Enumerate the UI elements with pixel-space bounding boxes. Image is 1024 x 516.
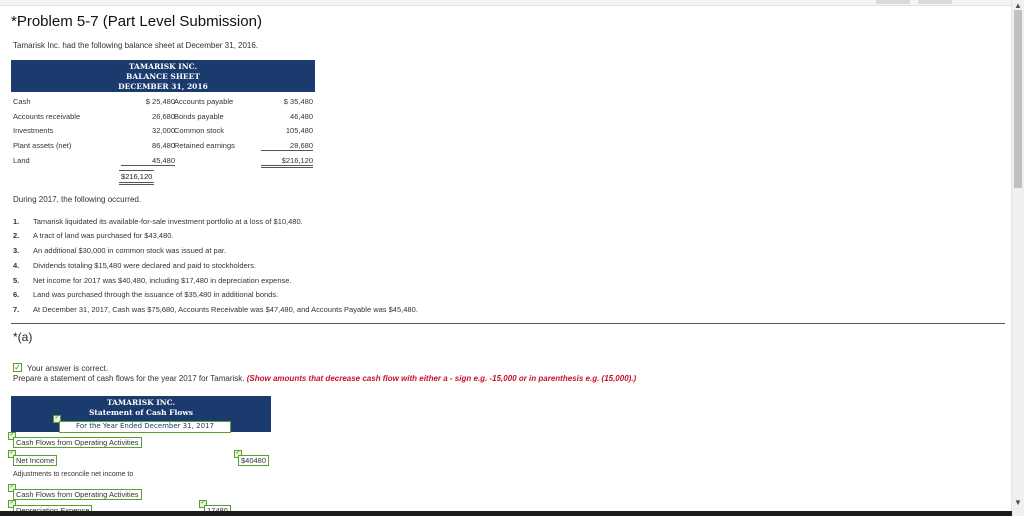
asset-label: Plant assets (net) <box>13 141 72 150</box>
liability-label: Retained earnings <box>174 141 235 150</box>
instruction-text: Prepare a statement of cash flows for th… <box>13 374 245 383</box>
liability-amount: $ 35,480 <box>283 97 313 106</box>
list-item: 5. Net income for 2017 was $40,480, inclu… <box>13 276 292 285</box>
item-number: 3. <box>13 246 20 255</box>
total-liabilities-equity: $216,120 <box>261 156 313 168</box>
list-item: 2. A tract of land was purchased for $43,… <box>13 231 174 240</box>
net-income-field[interactable]: Net Income <box>13 455 58 466</box>
asset-label: Investments <box>13 126 54 135</box>
scroll-down-icon[interactable]: ▼ <box>1013 498 1023 508</box>
cash-flow-period-field[interactable]: For the Year Ended December 31, 2017 <box>59 421 231 433</box>
cash-flow-statement-name: Statement of Cash Flows <box>88 408 194 417</box>
table-row: Investments 32,000 Common stock 105,480 <box>13 126 315 140</box>
part-a-instruction: Prepare a statement of cash flows for th… <box>13 374 636 383</box>
item-number: 4. <box>13 261 20 270</box>
balance-sheet-header: TAMARISK INC. BALANCE SHEET DECEMBER 31,… <box>11 60 315 92</box>
item-number: 1. <box>13 217 20 226</box>
cash-flow-company: TAMARISK INC. <box>106 398 176 407</box>
item-text: At December 31, 2017, Cash was $75,680, … <box>33 305 418 314</box>
events-intro: During 2017, the following occurred. <box>13 195 142 204</box>
vertical-scrollbar[interactable]: ▲ ▼ <box>1011 0 1024 516</box>
table-row: Plant assets (net) 86,480 Retained earni… <box>13 141 315 155</box>
section-divider <box>11 323 1005 324</box>
list-item: 6. Land was purchased through the issuanc… <box>13 290 278 299</box>
liability-amount: 105,480 <box>285 126 313 135</box>
item-text: Land was purchased through the issuance … <box>33 290 279 299</box>
net-income-amount-field[interactable]: $40480 <box>238 455 270 466</box>
item-text: Dividends totaling $15,480 were declared… <box>33 261 257 270</box>
asset-label: Cash <box>13 97 31 106</box>
table-row: Land 45,480 $216,120 <box>13 156 315 170</box>
asset-label: Land <box>13 156 30 165</box>
window-control[interactable] <box>876 0 910 4</box>
adjustments-label: Adjustments to reconcile net income to <box>13 471 134 478</box>
item-number: 5. <box>13 276 20 285</box>
list-item: 1. Tamarisk liquidated its available-for-… <box>13 217 303 226</box>
item-text: Tamarisk liquidated its available-for-sa… <box>33 217 303 226</box>
table-row: Accounts receivable 26,680 Bonds payable… <box>13 112 315 126</box>
liability-amount: 46,480 <box>290 112 313 121</box>
balance-sheet-name: BALANCE SHEET <box>126 72 200 81</box>
item-number: 2. <box>13 231 20 240</box>
list-item: 7. At December 31, 2017, Cash was $75,680… <box>13 305 418 314</box>
problem-title: *Problem 5-7 (Part Level Submission) <box>11 13 262 30</box>
item-number: 6. <box>13 290 20 299</box>
liability-label: Accounts payable <box>174 97 234 106</box>
table-row: Cash $ 25,480 Accounts payable $ 35,480 <box>13 97 315 111</box>
scrollbar-thumb[interactable] <box>1014 10 1022 188</box>
asset-amount: 86,480 <box>152 141 175 150</box>
asset-amount: 26,680 <box>152 112 175 121</box>
balance-sheet-company: TAMARISK INC. <box>128 62 198 71</box>
list-item: 3. An additional $30,000 in common stock … <box>13 246 226 255</box>
liability-amount: 28,680 <box>261 141 313 151</box>
operating-activities-heading-field[interactable]: Cash Flows from Operating Activities <box>13 437 142 448</box>
item-text: Net income for 2017 was $40,480, includi… <box>33 276 292 285</box>
liability-label: Common stock <box>174 126 225 135</box>
item-number: 7. <box>13 305 20 314</box>
operating-activities-field[interactable]: Cash Flows from Operating Activities <box>13 489 142 500</box>
asset-amount: 45,480 <box>121 156 175 166</box>
asset-amount: $ 25,480 <box>145 97 175 106</box>
list-item: 4. Dividends totaling $15,480 were declar… <box>13 261 256 270</box>
part-a-label: *(a) <box>13 330 33 344</box>
correct-check-icon: ✓ <box>13 363 22 372</box>
instruction-note: (Show amounts that decrease cash flow wi… <box>246 374 637 383</box>
total-assets: $216,120 <box>119 170 155 185</box>
balance-sheet-date: DECEMBER 31, 2016 <box>118 82 208 91</box>
browser-top-strip <box>0 0 1024 6</box>
item-text: A tract of land was purchased for $43,48… <box>33 231 174 240</box>
problem-intro: Tamarisk Inc. had the following balance … <box>13 41 259 50</box>
liability-label: Bonds payable <box>174 112 224 121</box>
answer-status: Your answer is correct. <box>27 364 109 373</box>
asset-amount: 32,000 <box>152 126 175 135</box>
asset-label: Accounts receivable <box>13 112 81 121</box>
item-text: An additional $30,000 in common stock wa… <box>33 246 227 255</box>
taskbar <box>0 511 1012 516</box>
window-control[interactable] <box>918 0 952 4</box>
